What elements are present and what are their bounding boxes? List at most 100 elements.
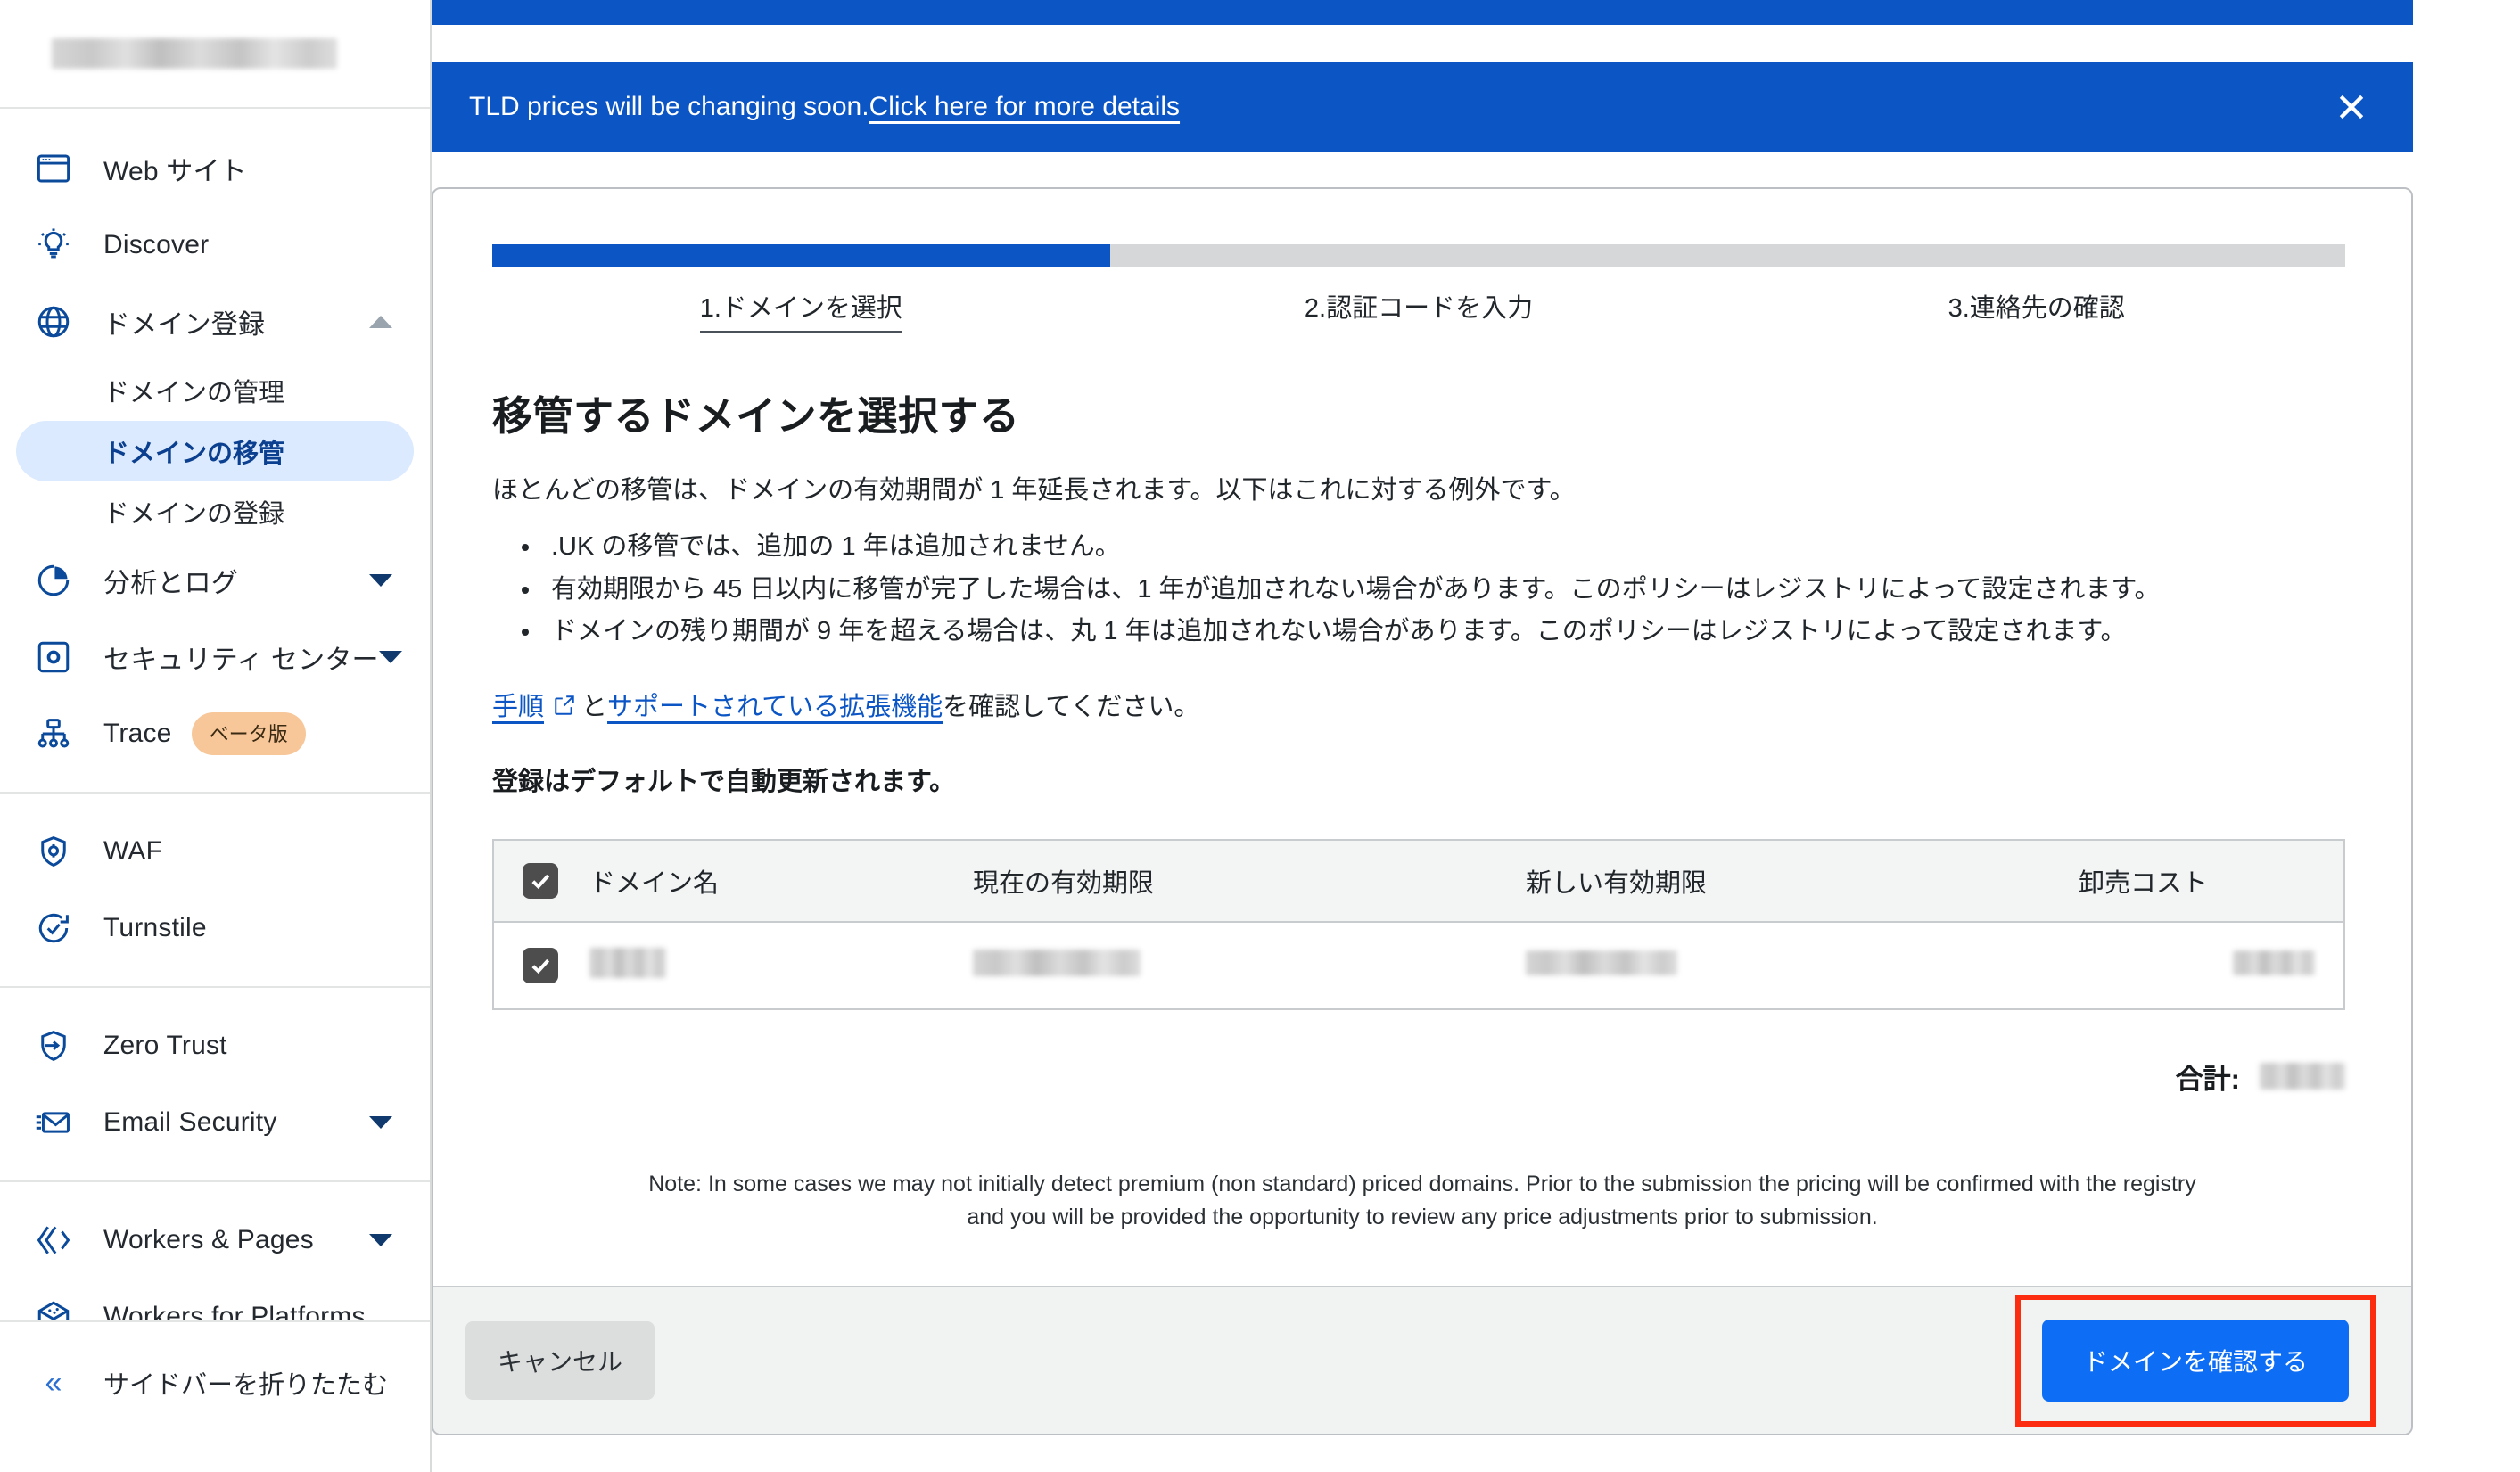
lead-paragraph: ほとんどの移管は、ドメインの有効期間が 1 年延長されます。以下はこれに対する例…: [492, 476, 1576, 505]
cell-domain-name: [589, 921, 973, 1009]
domain-name-redacted: [589, 948, 666, 979]
sidebar-nav-list: Web サイト Discover ドメイン登録 ドメインの管理 ドメインの移管 …: [0, 109, 430, 1320]
pie-chart-icon: [29, 555, 78, 605]
notification-banner-previous[interactable]: [432, 0, 2413, 25]
step-label: 3.連絡先の確認: [1948, 294, 2125, 323]
step-label: 2.認証コードを入力: [1304, 294, 1534, 323]
row-checkbox[interactable]: [523, 947, 558, 983]
notification-banner: TLD prices will be changing soon. Click …: [432, 62, 2413, 152]
lightbulb-icon: [29, 220, 78, 270]
sidebar-divider: [0, 1180, 430, 1182]
window-icon: [29, 144, 78, 193]
sidebar-item-transfer-domains[interactable]: ドメインの移管: [16, 421, 414, 481]
transfer-wizard-card: 1.ドメインを選択 2.認証コードを入力 3.連絡先の確認 移管するドメインを選…: [432, 187, 2413, 1435]
list-item: .UK の移管では、追加の 1 年は追加されません。: [542, 528, 2352, 567]
sidebar-item-label: 分析とログ: [103, 569, 238, 598]
app-root: Web サイト Discover ドメイン登録 ドメインの管理 ドメインの移管 …: [0, 0, 2520, 1472]
table-body: [493, 921, 2344, 1009]
sidebar-item-label: Turnstile: [103, 913, 207, 942]
sidebar: Web サイト Discover ドメイン登録 ドメインの管理 ドメインの移管 …: [0, 0, 432, 1472]
steps-link[interactable]: 手順: [492, 693, 544, 721]
column-header-domain-name: ドメイン名: [589, 839, 973, 923]
table-row[interactable]: [493, 921, 2344, 1009]
sidebar-item-register-domains[interactable]: ドメインの登録: [16, 481, 414, 542]
sidebar-item-zero-trust[interactable]: Zero Trust: [16, 1007, 414, 1084]
shield-arrow-icon: [29, 1021, 78, 1071]
chevron-down-icon[interactable]: [369, 1116, 392, 1129]
envelope-icon: [29, 1098, 78, 1147]
sidebar-item-manage-domains[interactable]: ドメインの管理: [16, 360, 414, 421]
sidebar-footer: « サイドバーを折りたたむ: [0, 1320, 430, 1472]
progress-segment-1: [492, 244, 1110, 267]
beta-badge: ベータ版: [191, 712, 306, 755]
sidebar-item-workers-pages[interactable]: Workers & Pages: [16, 1202, 414, 1279]
sidebar-item-turnstile[interactable]: Turnstile: [16, 890, 414, 966]
list-item: 有効期限から 45 日以内に移管が完了した場合は、1 年が追加されない場合があり…: [542, 571, 2352, 610]
close-icon[interactable]: [2329, 85, 2374, 129]
sidebar-item-discover[interactable]: Discover: [16, 207, 414, 284]
collapse-sidebar-button[interactable]: « サイドバーを折りたたむ: [16, 1347, 414, 1419]
total-label: 合計:: [2175, 1063, 2240, 1095]
chevron-down-icon[interactable]: [369, 1234, 392, 1246]
account-name-redacted: [52, 38, 337, 69]
sidebar-item-analytics-logs[interactable]: 分析とログ: [16, 542, 414, 619]
sidebar-item-label: Zero Trust: [103, 1031, 227, 1060]
premium-pricing-note: Note: In some cases we may not initially…: [648, 1171, 2196, 1230]
step-labels: 1.ドメインを選択 2.認証コードを入力 3.連絡先の確認: [492, 287, 2345, 333]
cube-icon: [29, 1292, 78, 1320]
sidebar-item-domain-registration[interactable]: ドメイン登録: [16, 284, 414, 360]
wholesale-cost-redacted: [2233, 950, 2315, 976]
current-expiry-redacted: [973, 950, 1141, 977]
card-footer: キャンセル ドメインを確認する: [433, 1286, 2411, 1434]
domain-table: ドメイン名 現在の有効期限 新しい有効期限 卸売コスト: [492, 838, 2345, 1010]
external-link-icon: [553, 694, 576, 717]
sidebar-item-label: Web サイト: [103, 157, 247, 186]
select-all-checkbox[interactable]: [523, 862, 558, 899]
collapse-sidebar-label: サイドバーを折りたたむ: [103, 1371, 389, 1400]
chevron-double-left-icon: «: [45, 1366, 62, 1400]
notification-banner-link[interactable]: Click here for more details: [869, 92, 1180, 122]
sidebar-item-label: Workers & Pages: [103, 1225, 314, 1254]
table-header-row: ドメイン名 現在の有効期限 新しい有効期限 卸売コスト: [493, 839, 2344, 923]
sidebar-item-email-security[interactable]: Email Security: [16, 1084, 414, 1161]
sidebar-item-workers-for-platforms[interactable]: Workers for Platforms: [16, 1279, 414, 1320]
sidebar-item-label: ドメインの登録: [103, 500, 285, 529]
sidebar-divider: [0, 986, 430, 988]
chevron-down-icon[interactable]: [378, 651, 402, 663]
sidebar-item-trace[interactable]: Trace ベータ版: [16, 695, 414, 772]
account-selector[interactable]: [0, 0, 430, 109]
sidebar-item-waf[interactable]: WAF: [16, 813, 414, 890]
sidebar-item-label: Trace: [103, 719, 172, 748]
globe-icon: [29, 297, 78, 347]
chevron-up-icon[interactable]: [369, 316, 392, 328]
column-header-new-expiry: 新しい有効期限: [1526, 839, 2079, 923]
sidebar-item-label: ドメイン登録: [103, 310, 266, 340]
step-2-enter-auth-code[interactable]: 2.認証コードを入力: [1110, 287, 1728, 333]
shield-box-icon: [29, 632, 78, 682]
supported-extensions-link[interactable]: サポートされている拡張機能: [607, 693, 943, 721]
cell-wholesale-cost: [2079, 921, 2344, 1009]
clock-check-icon: [29, 903, 78, 953]
step-label: 1.ドメインを選択: [699, 287, 902, 333]
sidebar-item-label: セキュリティ センター: [103, 646, 379, 675]
wizard-stepper: 1.ドメインを選択 2.認証コードを入力 3.連絡先の確認: [492, 244, 2346, 333]
list-item: ドメインの残り期間が 9 年を超える場合は、丸 1 年は追加されない場合がありま…: [542, 613, 2352, 652]
confirm-domains-button[interactable]: ドメインを確認する: [2041, 1320, 2349, 1402]
row-checkbox-cell: [493, 921, 589, 1009]
chevron-down-icon[interactable]: [369, 574, 392, 587]
sidebar-item-security-center[interactable]: セキュリティ センター: [16, 619, 414, 695]
auto-renew-note: 登録はデフォルトで自動更新されます。: [492, 767, 956, 796]
total-value-redacted: [2260, 1063, 2345, 1090]
workers-icon: [29, 1215, 78, 1265]
column-header-wholesale-cost: 卸売コスト: [2079, 839, 2344, 923]
sidebar-item-websites[interactable]: Web サイト: [16, 130, 414, 207]
exception-list: .UK の移管では、追加の 1 年は追加されません。 有効期限から 45 日以内…: [542, 528, 2352, 652]
card-body: 1.ドメインを選択 2.認証コードを入力 3.連絡先の確認 移管するドメインを選…: [433, 189, 2411, 1286]
step-3-confirm-contact[interactable]: 3.連絡先の確認: [1727, 287, 2345, 333]
notification-banner-text: TLD prices will be changing soon.: [469, 92, 869, 121]
step-1-select-domain[interactable]: 1.ドメインを選択: [492, 287, 1110, 333]
cancel-button[interactable]: キャンセル: [465, 1321, 655, 1400]
sidebar-item-label: Email Security: [103, 1107, 277, 1137]
shield-gear-icon: [29, 826, 78, 876]
main-content: TLD prices will be changing soon. Click …: [432, 0, 2520, 1472]
